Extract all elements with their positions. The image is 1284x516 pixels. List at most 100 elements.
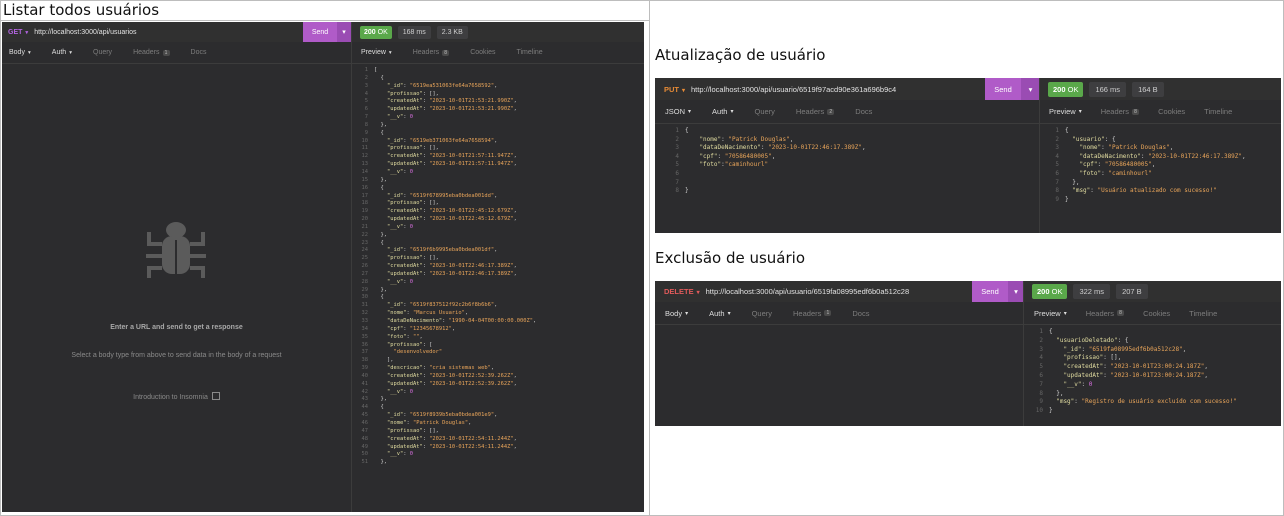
- code-line: 47 "profissao": [],: [354, 428, 536, 436]
- code-token: :: [1081, 380, 1089, 388]
- code-token: "profissao": [374, 341, 423, 348]
- url-input[interactable]: http://localhost:3000/api/usuario/6519fa…: [706, 287, 910, 296]
- code-line: 6 "updatedAt": "2023-10-01T23:00:24.187Z…: [1033, 372, 1237, 381]
- code-line: 1{: [671, 127, 866, 136]
- code-line: 1[: [354, 67, 536, 75]
- line-number: 1: [675, 127, 679, 134]
- tab-query[interactable]: Query: [93, 49, 112, 56]
- tab-headers[interactable]: Headers 1: [133, 49, 170, 56]
- code-token: "foto": [1065, 169, 1102, 177]
- intro-link[interactable]: Introduction to Insomnia: [2, 391, 351, 401]
- url-input[interactable]: http://localhost:3000/api/usuario/6519f9…: [691, 85, 896, 94]
- code-token: }: [685, 187, 689, 195]
- pane-divider[interactable]: [1039, 78, 1040, 233]
- line-number: 13: [361, 161, 369, 168]
- tab-timeline[interactable]: Timeline: [1189, 309, 1217, 318]
- tab-headers[interactable]: Headers 1: [793, 309, 832, 318]
- tab-docs[interactable]: Docs: [852, 309, 869, 318]
- tab-docs[interactable]: Docs: [191, 49, 207, 56]
- tab-preview[interactable]: Preview ▾: [1034, 309, 1067, 318]
- tab-auth[interactable]: Auth ▾: [712, 107, 733, 116]
- code-line: 3 "nome": "Patrick Douglas",: [1051, 144, 1246, 153]
- line-number: 6: [364, 106, 368, 113]
- tab-body[interactable]: Body ▾: [9, 49, 31, 56]
- tab-response-headers[interactable]: Headers 8: [1086, 309, 1125, 318]
- url-input[interactable]: http://localhost:3000/api/usuarios: [34, 29, 136, 36]
- line-number: 8: [364, 121, 368, 128]
- response-size: 164 B: [1132, 81, 1164, 97]
- tab-json[interactable]: JSON ▾: [665, 107, 691, 116]
- tab-timeline[interactable]: Timeline: [1204, 107, 1232, 116]
- chevron-down-icon: ▾: [685, 310, 689, 317]
- code-token: "2023-10-01T22:54:11.244Z": [429, 435, 514, 442]
- line-number: 39: [361, 365, 369, 372]
- send-dropdown-button[interactable]: ▾: [1008, 281, 1024, 302]
- url-bar[interactable]: DELETE ▾ http://localhost:3000/api/usuari…: [664, 281, 909, 302]
- code-line: 49 "updatedAt": "2023-10-01T22:54:11.244…: [354, 444, 536, 452]
- tab-cookies[interactable]: Cookies: [1143, 309, 1170, 318]
- method-select[interactable]: GET ▾: [8, 29, 28, 36]
- tab-auth[interactable]: Auth ▾: [52, 49, 72, 56]
- code-token: "createdAt": [374, 435, 423, 442]
- method-select[interactable]: PUT ▾: [664, 85, 685, 94]
- send-dropdown-button[interactable]: ▾: [337, 22, 351, 42]
- code-token: ,: [513, 380, 517, 387]
- code-token: ,: [494, 247, 498, 254]
- chevron-down-icon: ▾: [730, 109, 734, 115]
- code-line: 17 "_id": "6519f678995eba0bdea001dd",: [354, 193, 536, 201]
- method-select[interactable]: DELETE ▾: [664, 287, 700, 296]
- code-token: :: [1081, 345, 1089, 353]
- code-token: "__v": [374, 278, 404, 285]
- tab-cookies[interactable]: Cookies: [470, 49, 495, 56]
- headers-count-badge: 1: [824, 310, 832, 316]
- code-token: }: [1049, 407, 1053, 415]
- code-line: 6: [671, 170, 866, 179]
- code-token: "6519f8939b5eba0bdea001e9": [409, 412, 495, 419]
- code-line: 4 "profissao": [],: [1033, 354, 1237, 363]
- send-dropdown-button[interactable]: ▾: [1021, 78, 1040, 100]
- line-number: 8: [1055, 187, 1059, 195]
- send-button[interactable]: Send: [303, 22, 337, 42]
- url-bar[interactable]: GET ▾ http://localhost:3000/api/usuarios: [8, 22, 137, 42]
- code-token: ,: [494, 137, 498, 144]
- code-line: 4 "profissao": [],: [354, 91, 536, 99]
- tab-timeline[interactable]: Timeline: [516, 49, 542, 56]
- tab-auth[interactable]: Auth ▾: [709, 309, 730, 318]
- code-token: "_id": [374, 412, 404, 419]
- tab-cookies[interactable]: Cookies: [1158, 107, 1185, 116]
- tab-headers[interactable]: Headers 2: [796, 107, 835, 116]
- tab-docs[interactable]: Docs: [855, 107, 872, 116]
- code-token: ,: [533, 318, 537, 324]
- code-token: },: [374, 121, 387, 128]
- send-button[interactable]: Send: [985, 78, 1021, 100]
- tab-response-headers[interactable]: Headers 8: [413, 49, 450, 56]
- code-token: 0: [409, 278, 413, 285]
- send-button[interactable]: Send: [972, 281, 1008, 302]
- line-number: 3: [364, 82, 368, 89]
- pane-divider[interactable]: [1023, 281, 1024, 426]
- code-line: 48 "createdAt": "2023-10-01T22:54:11.244…: [354, 436, 536, 444]
- url-bar[interactable]: PUT ▾ http://localhost:3000/api/usuario/6…: [664, 78, 896, 100]
- code-line: 11 "profissao": [],: [354, 145, 536, 153]
- tab-preview[interactable]: Preview ▾: [361, 49, 392, 56]
- tab-preview[interactable]: Preview ▾: [1049, 107, 1082, 116]
- tab-query[interactable]: Query: [754, 107, 774, 116]
- code-line: 10 "_id": "6519eb371063fe64a7658594",: [354, 138, 536, 146]
- code-line: 22 },: [354, 232, 536, 240]
- code-token: },: [374, 286, 387, 293]
- code-token: : [: [422, 341, 433, 348]
- code-line: 6 "updatedAt": "2023-10-01T21:53:21.990Z…: [354, 106, 536, 114]
- request-body-editor[interactable]: 1{2 "nome": "Patrick Douglas", 3 "dataDeN…: [671, 127, 866, 196]
- code-token: {: [374, 294, 384, 301]
- tab-query[interactable]: Query: [752, 309, 772, 318]
- code-line: 21 "__v": 0: [354, 224, 536, 232]
- code-token: [: [374, 67, 378, 73]
- tab-body[interactable]: Body ▾: [665, 309, 688, 318]
- code-line: 13 "updatedAt": "2023-10-01T21:57:11.947…: [354, 161, 536, 169]
- pane-divider[interactable]: [351, 22, 352, 512]
- code-line: 2 {: [354, 75, 536, 83]
- tab-response-headers[interactable]: Headers 8: [1101, 107, 1140, 116]
- code-token: "createdAt": [374, 98, 423, 105]
- code-token: : {: [1117, 336, 1129, 344]
- request-tabs: Body ▾ Auth ▾ Query Headers 1 Docs: [655, 302, 1023, 325]
